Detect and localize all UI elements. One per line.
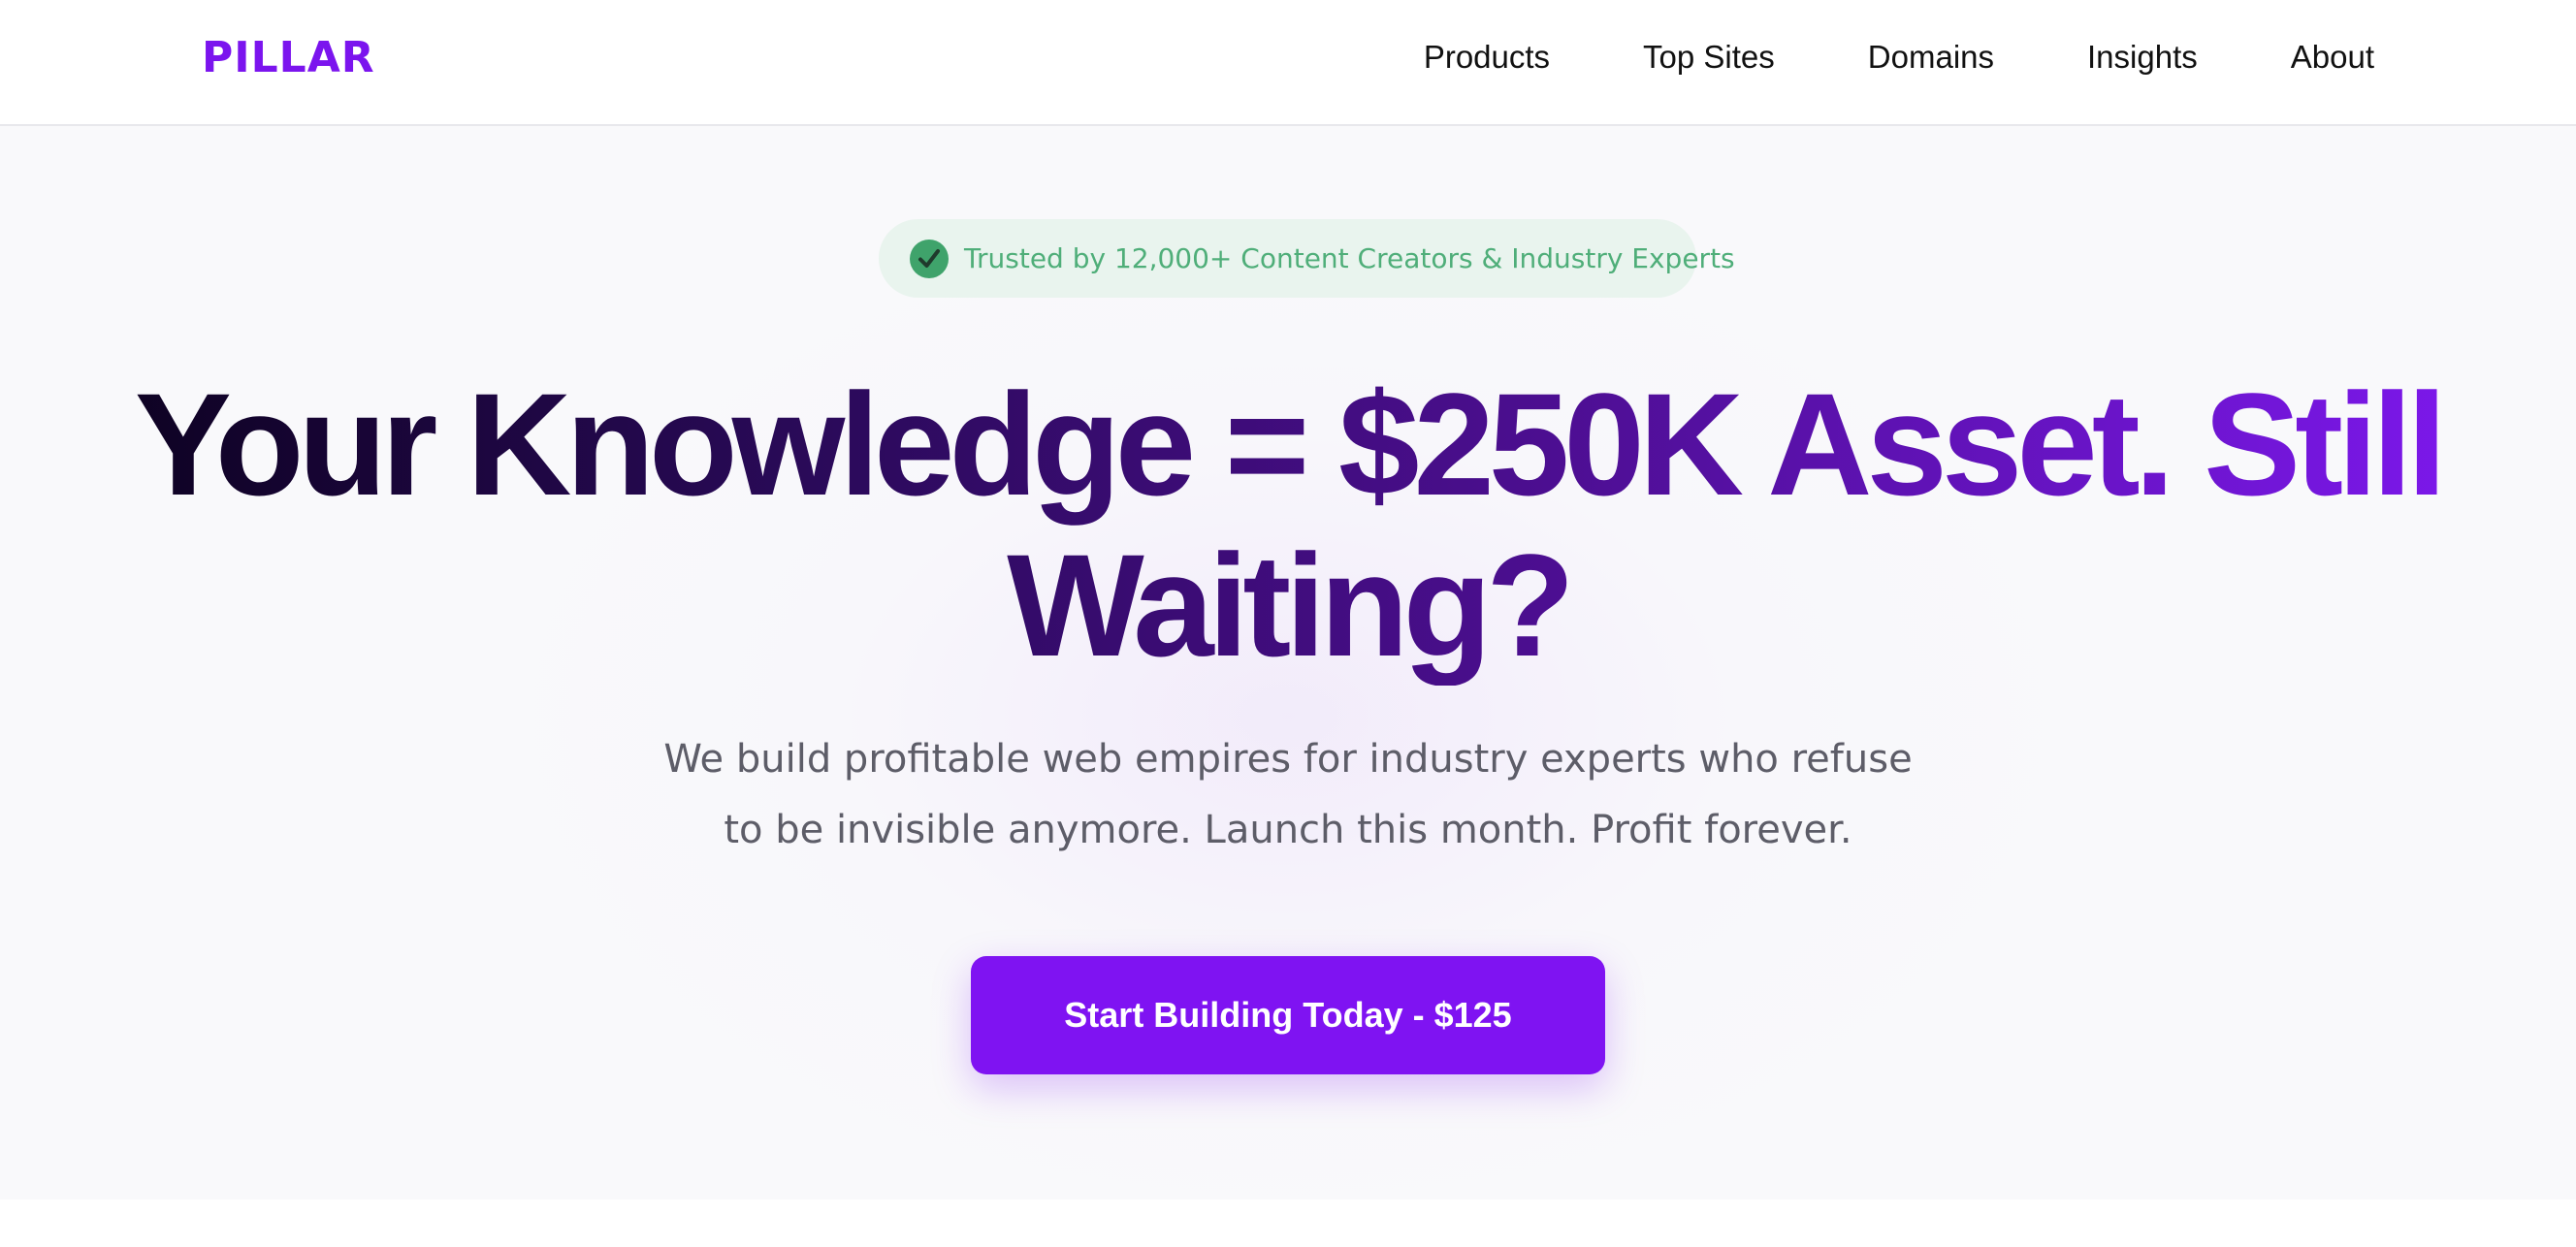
nav-link-products[interactable]: Products	[1424, 39, 1550, 76]
hero-subtitle: We build profitable web empires for indu…	[663, 737, 1913, 852]
nav-link-about[interactable]: About	[2291, 39, 2374, 76]
start-building-button[interactable]: Start Building Today - $125	[971, 956, 1605, 1074]
hero-headline: Your Knowledge = $250K Asset. Still Wait…	[97, 364, 2479, 686]
logo[interactable]: PILLAR	[202, 29, 375, 87]
trust-badge: Trusted by 12,000+ Content Creators & In…	[879, 219, 1735, 298]
nav-links: Products Top Sites Domains Insights Abou…	[1424, 0, 2374, 114]
hero-section: Trusted by 12,000+ Content Creators & In…	[0, 126, 2576, 1199]
nav-link-insights[interactable]: Insights	[2087, 39, 2198, 76]
trust-badge-text: Trusted by 12,000+ Content Creators & In…	[964, 242, 1735, 274]
top-navbar: PILLAR Products Top Sites Domains Insigh…	[0, 0, 2576, 126]
page-below-hero	[0, 1199, 2576, 1247]
nav-link-domains[interactable]: Domains	[1868, 39, 1994, 76]
nav-link-top-sites[interactable]: Top Sites	[1643, 39, 1775, 76]
check-circle-icon	[910, 239, 949, 278]
